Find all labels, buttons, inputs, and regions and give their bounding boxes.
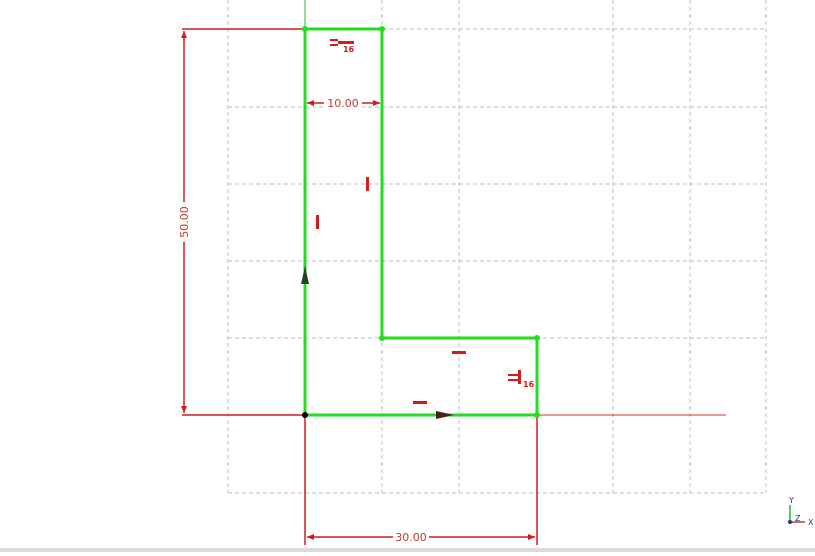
grid [227, 0, 767, 494]
axis-triad-z-label: Z [795, 514, 801, 523]
axis-triad-x-label: X [808, 518, 814, 527]
constraint-markers[interactable]: 16 16 [316, 39, 535, 404]
constraint-equal-vertical-right[interactable] [508, 370, 521, 384]
axis-triad-y-label: Y [788, 496, 794, 505]
dimension-label-bottom-width[interactable]: 30.00 [395, 531, 427, 544]
sketch-viewport[interactable]: 10.00 50.00 30.00 16 16 Y Z X [0, 0, 815, 552]
dimension-label-top-width[interactable]: 10.00 [327, 97, 359, 110]
axis-triad: Y Z X [788, 496, 814, 527]
constraint-horizontal-step[interactable] [452, 351, 466, 354]
x-direction-arrow-icon [436, 411, 454, 419]
constraint-vertical-left[interactable] [316, 215, 319, 229]
sketch-profile[interactable] [303, 27, 539, 417]
constraint-vertical-inner[interactable] [366, 177, 369, 191]
origin-point[interactable] [302, 412, 308, 418]
status-bar-edge [0, 548, 815, 552]
sketch-canvas[interactable]: 10.00 50.00 30.00 16 16 Y Z X [0, 0, 815, 552]
dimension-height[interactable] [181, 31, 305, 416]
dimension-bottom-width[interactable] [304, 415, 538, 545]
constraint-top-index: 16 [343, 45, 355, 54]
constraint-right-index: 16 [523, 380, 535, 389]
dimension-label-height[interactable]: 50.00 [178, 206, 191, 238]
y-direction-arrow-icon [301, 266, 309, 284]
constraint-horizontal-bottom[interactable] [413, 401, 427, 404]
sketch-vertices[interactable] [302, 26, 540, 418]
